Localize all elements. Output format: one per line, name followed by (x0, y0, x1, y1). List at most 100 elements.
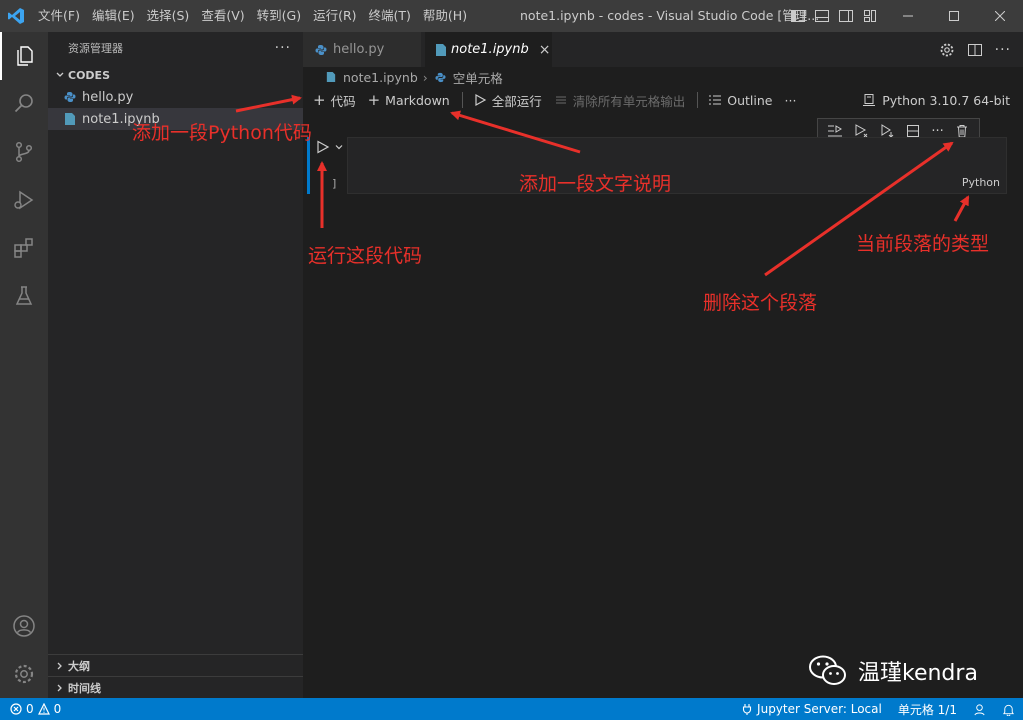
more-actions-icon[interactable]: ··· (995, 42, 1011, 58)
title-bar: 文件(F) 编辑(E) 选择(S) 查看(V) 转到(G) 运行(R) 终端(T… (0, 0, 1023, 32)
testing-flask-icon[interactable] (0, 272, 48, 320)
vscode-logo-icon (0, 0, 32, 32)
minimize-icon (903, 15, 913, 17)
outline-label: 大纲 (68, 659, 90, 673)
close-tab-button[interactable]: × (539, 42, 551, 58)
window-title: note1.ipynb - codes - Visual Studio Code… (520, 8, 820, 23)
toggle-sidebar-icon[interactable] (790, 8, 806, 24)
toolbar-more-button[interactable]: ··· (785, 93, 797, 108)
menu-terminal[interactable]: 终端(T) (363, 0, 417, 32)
notifications-bell-icon[interactable] (1002, 703, 1015, 716)
outline-section[interactable]: 大纲 (48, 654, 303, 676)
accounts-icon[interactable] (0, 602, 48, 650)
run-cell-icon[interactable] (316, 140, 330, 154)
annotation-add-text: 添加一段文字说明 (519, 173, 672, 195)
split-editor-icon[interactable] (967, 42, 983, 58)
tab-hello-py[interactable]: hello.py (303, 32, 421, 67)
menu-run[interactable]: 运行(R) (307, 0, 362, 32)
explorer-icon[interactable] (0, 32, 48, 80)
watermark: 温瑾kendra (808, 654, 978, 688)
run-all-label: 全部运行 (491, 93, 542, 109)
warning-icon (37, 703, 50, 715)
notebook-settings-gear-icon[interactable] (939, 42, 955, 58)
jupyter-server-status[interactable]: Jupyter Server: Local (741, 702, 882, 716)
folder-label: CODES (68, 68, 110, 82)
breadcrumb: note1.ipynb › 空单元格 (303, 67, 1023, 87)
add-code-button[interactable]: + 代码 (313, 91, 356, 110)
breadcrumb-cell[interactable]: 空单元格 (453, 68, 503, 87)
close-icon (995, 11, 1005, 21)
chevron-down-icon[interactable] (334, 142, 344, 152)
status-bar: 0 0 Jupyter Server: Local 单元格 1/1 (0, 698, 1023, 720)
settings-gear-icon[interactable] (0, 650, 48, 698)
timeline-section[interactable]: 时间线 (48, 676, 303, 698)
clear-outputs-button[interactable]: 清除所有单元格输出 (554, 91, 686, 110)
explorer-more-button[interactable]: ··· (275, 40, 291, 56)
kernel-icon (863, 94, 876, 106)
menu-help[interactable]: 帮助(H) (417, 0, 473, 32)
chevron-right-icon (52, 661, 68, 671)
run-all-icon (475, 93, 486, 107)
python-file-icon (62, 89, 78, 105)
error-icon (10, 703, 22, 715)
notebook-file-icon (62, 111, 78, 127)
toolbar-divider (697, 92, 699, 108)
python-file-icon (433, 69, 449, 85)
annotation-delete-cell: 删除这个段落 (703, 292, 818, 314)
breadcrumb-file[interactable]: note1.ipynb (343, 70, 418, 85)
notebook-toolbar: + 代码 + Markdown 全部运行 清除所有单元格输出 Outline ·… (303, 88, 1023, 112)
toggle-panel-icon[interactable] (814, 8, 830, 24)
plus-icon: + (313, 91, 326, 109)
plus-icon: + (367, 91, 381, 109)
explorer-title: 资源管理器 (68, 42, 123, 55)
tab-note1-ipynb[interactable]: note1.ipynb × (425, 32, 552, 67)
extensions-icon[interactable] (0, 224, 48, 272)
error-count: 0 (26, 702, 34, 716)
notebook-file-icon (323, 69, 339, 85)
close-window-button[interactable] (977, 0, 1023, 32)
clear-outputs-label: 清除所有单元格输出 (572, 93, 686, 109)
clear-all-icon (555, 96, 566, 104)
menu-view[interactable]: 查看(V) (195, 0, 250, 32)
list-icon (709, 95, 722, 105)
explorer-header: 资源管理器 ··· (48, 32, 303, 64)
folder-codes[interactable]: CODES (48, 64, 303, 86)
source-control-icon[interactable] (0, 128, 48, 176)
editor-tabs: hello.py note1.ipynb × ··· (303, 32, 1023, 67)
maximize-icon (949, 11, 959, 21)
chevron-right-icon: › (422, 69, 428, 85)
kernel-label: Python 3.10.7 64-bit (882, 92, 1010, 108)
annotation-add-python: 添加一段Python代码 (132, 122, 312, 144)
menu-selection[interactable]: 选择(S) (141, 0, 196, 32)
add-code-label: 代码 (330, 93, 356, 109)
chevron-right-icon (52, 683, 68, 693)
cell-focus-indicator (307, 137, 310, 194)
cell-index[interactable]: 单元格 1/1 (898, 701, 957, 718)
execution-count: ] (332, 177, 337, 190)
timeline-label: 时间线 (68, 681, 101, 695)
code-cell-editor[interactable]: Python (347, 137, 1007, 194)
python-file-icon (313, 42, 329, 58)
feedback-icon[interactable] (973, 703, 986, 716)
menu-go[interactable]: 转到(G) (251, 0, 307, 32)
add-markdown-button[interactable]: + Markdown (368, 91, 450, 109)
add-markdown-label: Markdown (385, 92, 450, 108)
annotation-cell-type: 当前段落的类型 (856, 233, 990, 255)
run-debug-icon[interactable] (0, 176, 48, 224)
customize-layout-icon[interactable] (862, 8, 878, 24)
kernel-picker[interactable]: Python 3.10.7 64-bit (862, 88, 1010, 112)
toggle-secondary-sidebar-icon[interactable] (838, 8, 854, 24)
file-hello-py[interactable]: hello.py (48, 86, 303, 108)
outline-button[interactable]: Outline (708, 92, 773, 108)
maximize-button[interactable] (931, 0, 977, 32)
warning-count: 0 (53, 702, 62, 716)
problems-indicator[interactable]: 0 0 (0, 702, 61, 716)
minimize-button[interactable] (885, 0, 931, 32)
menu-edit[interactable]: 编辑(E) (86, 0, 141, 32)
outline-label: Outline (727, 92, 773, 108)
layout-controls (790, 8, 878, 24)
search-icon[interactable] (0, 80, 48, 128)
run-all-button[interactable]: 全部运行 (473, 91, 542, 110)
menu-file[interactable]: 文件(F) (32, 0, 86, 32)
cell-language-label[interactable]: Python (962, 176, 1000, 189)
